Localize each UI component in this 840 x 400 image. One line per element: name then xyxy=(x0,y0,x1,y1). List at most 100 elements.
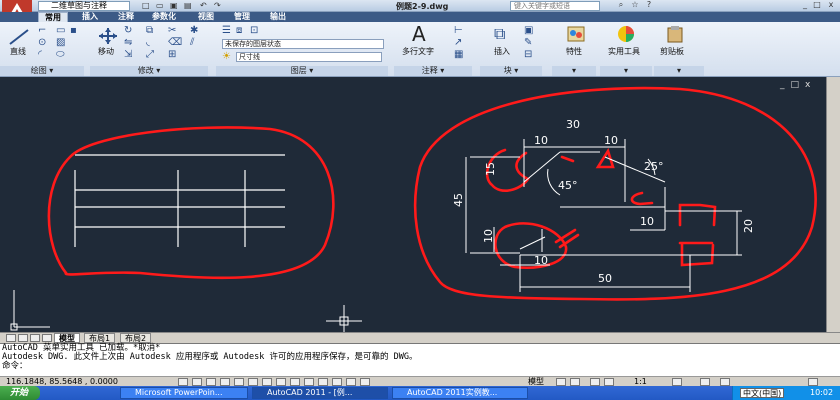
workspace-selector[interactable]: 二维草图与注释 xyxy=(38,1,130,11)
tab-prev-icon[interactable] xyxy=(18,334,28,342)
rectangle-icon[interactable]: ▭ xyxy=(56,26,65,36)
clean-screen-icon[interactable] xyxy=(808,378,818,386)
ellipse-icon[interactable]: ⬭ xyxy=(56,50,65,60)
explode-icon[interactable]: ✱ xyxy=(190,26,198,36)
redo-icon[interactable]: ↷ xyxy=(214,1,221,11)
new-icon[interactable]: □ xyxy=(142,1,150,11)
language-indicator[interactable]: 中文(中国) xyxy=(740,388,785,398)
save-icon[interactable]: ▣ xyxy=(170,1,178,11)
annotation-visibility-icon[interactable] xyxy=(672,378,682,386)
clipboard-icon[interactable] xyxy=(666,25,684,43)
edit-block-icon[interactable]: ✎ xyxy=(524,38,532,48)
copy-icon[interactable]: ⧉ xyxy=(146,26,153,36)
line-tool-icon[interactable] xyxy=(8,28,30,46)
draw-panel-label[interactable]: 绘图 ▾ xyxy=(0,66,84,76)
tab-home[interactable]: 常用 xyxy=(38,12,68,22)
utilities-panel-label[interactable]: ▾ xyxy=(600,66,652,76)
taskbar-item-autocad-drawing[interactable]: AutoCAD 2011 - [例... xyxy=(252,387,388,399)
clipboard-panel-label[interactable]: ▾ xyxy=(654,66,704,76)
lightbulb-icon[interactable]: ☀ xyxy=(222,52,231,62)
taskbar-item-autocad-tutorial[interactable]: AutoCAD 2011实例教... xyxy=(392,387,528,399)
insert-block-icon[interactable]: ⧉ xyxy=(494,26,505,42)
annotation-panel-label[interactable]: 注释 ▾ xyxy=(394,66,472,76)
move-tool-icon[interactable] xyxy=(98,27,118,45)
tab-view[interactable]: 视图 xyxy=(198,12,214,22)
help-search-input[interactable]: 键入关键字或短语 xyxy=(510,1,600,11)
modify-panel-label[interactable]: 修改 ▾ xyxy=(90,66,208,76)
infer-constraints-icon[interactable] xyxy=(178,378,188,386)
arc-icon[interactable]: ◜ xyxy=(38,50,42,60)
drawing-canvas[interactable]: 30 10 10 15 25° 45° 45 10 20 10 10 50 xyxy=(0,77,826,332)
hatch-icon[interactable]: ▨ xyxy=(56,38,65,48)
scale-icon[interactable]: ⤢ xyxy=(146,50,154,60)
rotate-icon[interactable]: ↻ xyxy=(124,26,132,36)
circle-icon[interactable]: ⊙ xyxy=(38,38,46,48)
polyline-icon[interactable]: ⌐ xyxy=(38,26,46,36)
3d-object-snap-icon[interactable] xyxy=(262,378,272,386)
dynamic-input-icon[interactable] xyxy=(304,378,314,386)
leader-icon[interactable]: ↗ xyxy=(454,38,462,48)
zoom-icon[interactable] xyxy=(604,378,614,386)
layer-state-dropdown[interactable]: 未保存的图层状态 xyxy=(222,39,384,49)
print-icon[interactable]: ▤ xyxy=(184,1,192,11)
tab-first-icon[interactable] xyxy=(6,334,16,342)
offset-icon[interactable]: ⫽ xyxy=(190,38,194,48)
lock-icon[interactable] xyxy=(720,378,730,386)
command-prompt[interactable]: 命令： xyxy=(2,362,840,371)
tab-output[interactable]: 输出 xyxy=(270,12,286,22)
create-block-icon[interactable]: ▣ xyxy=(524,26,533,36)
taskbar-item-powerpoint[interactable]: Microsoft PowerPoin... xyxy=(120,387,248,399)
object-snap-tracking-icon[interactable] xyxy=(276,378,286,386)
selection-cycling-icon[interactable] xyxy=(360,378,370,386)
ortho-mode-icon[interactable] xyxy=(220,378,230,386)
tab-next-icon[interactable] xyxy=(30,334,40,342)
layer-isolate-icon[interactable]: ⊡ xyxy=(250,26,258,36)
trim-icon[interactable]: ✂ xyxy=(168,26,176,36)
start-button[interactable]: 开始 xyxy=(0,386,40,400)
layers-panel-label[interactable]: 图层 ▾ xyxy=(216,66,388,76)
close-icon[interactable]: x xyxy=(826,1,836,10)
polar-tracking-icon[interactable] xyxy=(234,378,244,386)
vertical-scrollbar[interactable] xyxy=(826,77,840,332)
command-window[interactable]: AutoCAD 菜单实用工具 已加载。*取消* Autodesk DWG. 此文… xyxy=(0,343,840,376)
array-icon[interactable]: ⊞ xyxy=(168,50,176,60)
quick-view-drawings-icon[interactable] xyxy=(570,378,580,386)
pan-icon[interactable] xyxy=(590,378,600,386)
workspace-switch-icon[interactable] xyxy=(700,378,710,386)
lineweight-icon[interactable] xyxy=(318,378,328,386)
tab-layout1[interactable]: 布局1 xyxy=(84,333,116,343)
layer-properties-icon[interactable]: ☰ xyxy=(222,26,231,36)
block-attr-icon[interactable]: ⊟ xyxy=(524,50,532,60)
minimize-icon[interactable]: _ xyxy=(800,1,810,10)
tab-manage[interactable]: 管理 xyxy=(234,12,250,22)
tab-insert[interactable]: 插入 xyxy=(82,12,98,22)
quick-properties-icon[interactable] xyxy=(346,378,356,386)
erase-icon[interactable]: ⌫ xyxy=(168,38,182,48)
open-icon[interactable]: ▭ xyxy=(156,1,164,11)
maximize-icon[interactable]: □ xyxy=(812,1,822,10)
mtext-icon[interactable]: A xyxy=(412,24,426,44)
dynamic-ucs-icon[interactable] xyxy=(290,378,300,386)
layer-match-icon[interactable]: ⧈ xyxy=(236,26,242,36)
object-snap-icon[interactable] xyxy=(248,378,258,386)
stretch-icon[interactable]: ⇲ xyxy=(124,50,132,60)
tab-layout2[interactable]: 布局2 xyxy=(120,333,152,343)
help-icon[interactable]: ? xyxy=(644,1,654,10)
block-panel-label[interactable]: 块 ▾ xyxy=(480,66,542,76)
properties-panel-label[interactable]: ▾ xyxy=(552,66,596,76)
mirror-icon[interactable]: ⇋ xyxy=(124,38,132,48)
fillet-icon[interactable]: ◟ xyxy=(146,38,150,48)
properties-icon[interactable] xyxy=(566,25,586,43)
transparency-icon[interactable] xyxy=(332,378,342,386)
search-icon[interactable]: ⌕ xyxy=(616,1,626,10)
table-icon[interactable]: ▦ xyxy=(454,50,463,60)
draw-more-icon[interactable]: ▪ xyxy=(70,26,77,36)
tab-last-icon[interactable] xyxy=(42,334,52,342)
current-layer-dropdown[interactable]: 尺寸线 xyxy=(236,52,382,62)
snap-mode-icon[interactable] xyxy=(192,378,202,386)
tab-parametric[interactable]: 参数化 xyxy=(152,12,176,22)
undo-icon[interactable]: ↶ xyxy=(200,1,207,11)
dimension-icon[interactable]: ⊢ xyxy=(454,26,463,36)
subscription-icon[interactable]: ☆ xyxy=(630,1,640,10)
utilities-icon[interactable] xyxy=(616,25,636,43)
